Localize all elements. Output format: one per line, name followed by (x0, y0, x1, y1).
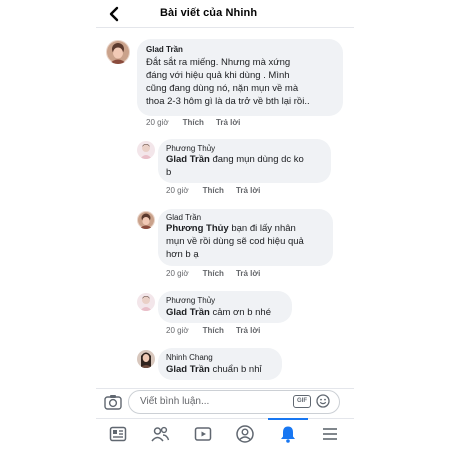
like-button[interactable]: Thích (203, 186, 224, 195)
comment-meta: 20 giờ Thích Trả lời (166, 326, 272, 335)
comment-line: cũng đang dùng nó, nặn mụn về mà (146, 83, 299, 94)
comment-input-placeholder: Viết bình luận... (140, 396, 210, 407)
emoji-icon[interactable] (316, 394, 330, 408)
profile-icon[interactable] (235, 424, 255, 444)
comment-author[interactable]: Phương Thủy (166, 296, 215, 305)
avatar[interactable] (137, 293, 155, 311)
mention[interactable]: Glad Trần (166, 364, 210, 375)
comment-time: 20 giờ (146, 118, 169, 127)
camera-icon[interactable] (104, 394, 122, 410)
like-button[interactable]: Thích (203, 326, 224, 335)
gif-button[interactable]: GIF (293, 395, 311, 408)
comment-text: Glad Trần cảm ơn b nhé (166, 306, 290, 319)
comment-line: hơn b ạ (166, 249, 199, 260)
comment-meta: 20 giờ Thích Trả lời (166, 269, 272, 278)
comment-author[interactable]: Glad Trần (146, 45, 183, 54)
page-title: Bài viết của Nhinh (160, 7, 258, 19)
comment-author[interactable]: Nhinh Chang (166, 353, 213, 362)
comment-time: 20 giờ (166, 269, 189, 278)
friends-icon[interactable] (150, 424, 170, 444)
news-feed-icon[interactable] (108, 424, 128, 444)
avatar[interactable] (137, 141, 155, 159)
comment-text: Glad Trần chuẩn b nhỉ (166, 363, 280, 376)
reply-button[interactable]: Trả lời (236, 269, 260, 278)
comment-text: Phương Thủy bạn đi lấy nhân mụn về rồi d… (166, 222, 331, 261)
comment-line: mụn về rồi dùng sẽ cod hiệu quả (166, 236, 304, 247)
comment-line: Đắt sắt ra miếng. Nhưng mà xứng (146, 57, 291, 68)
comment-author[interactable]: Glad Trần (166, 213, 201, 222)
mention[interactable]: Phương Thủy (166, 223, 229, 234)
comment-line: cảm ơn b nhé (209, 307, 271, 318)
mention[interactable]: Glad Trần (166, 154, 210, 165)
like-button[interactable]: Thích (203, 269, 224, 278)
comment-author[interactable]: Phương Thủy (166, 144, 215, 153)
reply-button[interactable]: Trả lời (216, 118, 240, 127)
avatar[interactable] (137, 211, 155, 229)
notifications-icon[interactable] (278, 424, 298, 444)
active-tab-indicator (268, 418, 308, 420)
comment-time: 20 giờ (166, 186, 189, 195)
reply-button[interactable]: Trả lời (236, 326, 260, 335)
menu-icon[interactable] (320, 424, 340, 444)
header-divider (96, 27, 354, 28)
comment-time: 20 giờ (166, 326, 189, 335)
comment-line: bạn đi lấy nhân (228, 223, 296, 234)
comment-line: thoa 2-3 hôm gì là da trở về bth lại rồi… (146, 96, 310, 107)
comment-line: b (166, 167, 172, 178)
comment-text: Đắt sắt ra miếng. Nhưng mà xứng đáng với… (146, 56, 341, 108)
like-button[interactable]: Thích (183, 118, 204, 127)
avatar[interactable] (137, 350, 155, 368)
comment-text: Glad Trần đang mụn dùng dc ko b (166, 153, 326, 179)
comment-line: đang mụn dùng dc ko (209, 154, 304, 165)
comment-meta: 20 giờ Thích Trả lời (166, 186, 272, 195)
watch-icon[interactable] (193, 424, 213, 444)
reply-button[interactable]: Trả lời (236, 186, 260, 195)
nav-divider (96, 418, 354, 419)
back-chevron-icon[interactable] (108, 6, 122, 22)
comment-line: chuẩn b nhỉ (209, 364, 262, 375)
comment-line: đáng với hiệu quả khi dùng . Mình (146, 70, 290, 81)
composer-divider (96, 388, 354, 389)
avatar[interactable] (106, 40, 130, 64)
mention[interactable]: Glad Trần (166, 307, 210, 318)
comment-meta: 20 giờ Thích Trả lời (146, 118, 252, 127)
